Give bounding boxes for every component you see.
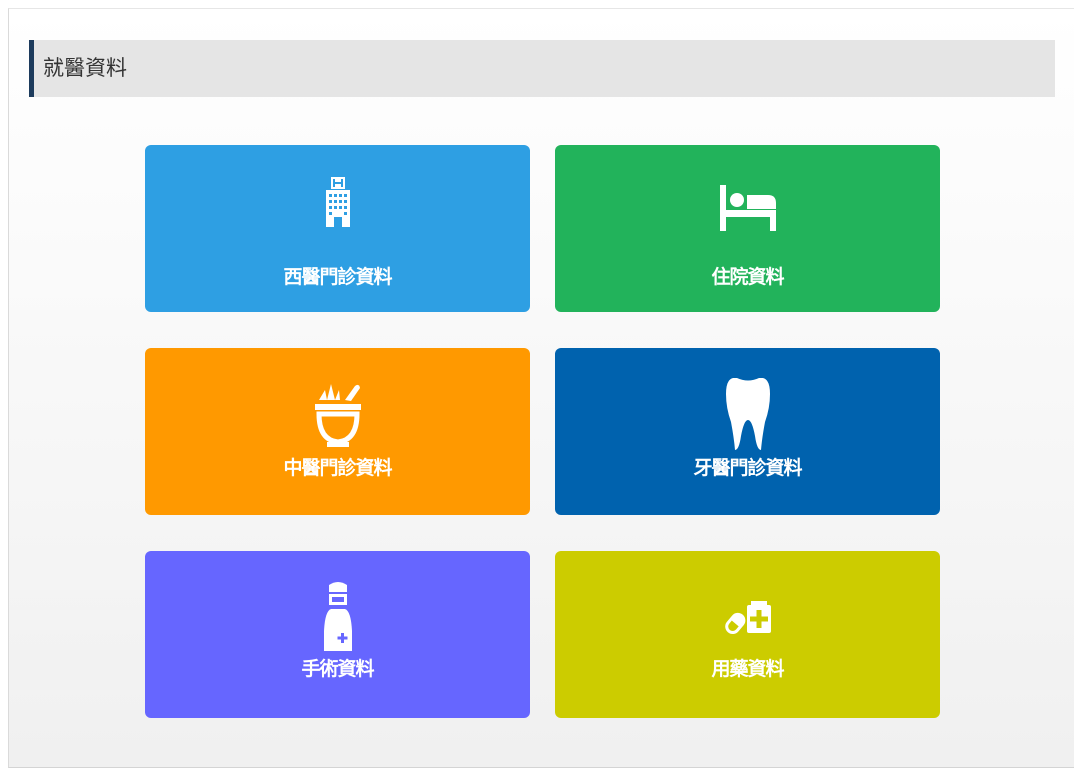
tile-hospitalization[interactable]: 住院資料: [555, 145, 940, 312]
tile-label: 住院資料: [711, 266, 784, 288]
herbal-mortar-icon: [314, 384, 361, 448]
hospital-bed-icon: [719, 185, 776, 231]
section-header: 就醫資料: [29, 40, 1055, 97]
hospital-building-icon: [325, 177, 351, 227]
tile-label: 中醫門診資料: [283, 457, 392, 479]
surgeon-icon: [323, 581, 353, 651]
tile-label: 西醫門診資料: [283, 266, 392, 288]
medicine-pill-icon: [724, 599, 771, 639]
tile-label: 牙醫門診資料: [693, 457, 802, 479]
tile-western-medicine-outpatient[interactable]: 西醫門診資料: [145, 145, 530, 312]
tile-label: 手術資料: [301, 658, 374, 680]
tile-label: 用藥資料: [711, 658, 784, 680]
section-title: 就醫資料: [43, 56, 127, 80]
tile-surgery[interactable]: 手術資料: [145, 551, 530, 718]
tile-dental-outpatient[interactable]: 牙醫門診資料: [555, 348, 940, 515]
section-header-accent-bar: [29, 40, 34, 97]
tile-chinese-medicine-outpatient[interactable]: 中醫門診資料: [145, 348, 530, 515]
tile-medication[interactable]: 用藥資料: [555, 551, 940, 718]
tooth-icon: [725, 377, 770, 450]
